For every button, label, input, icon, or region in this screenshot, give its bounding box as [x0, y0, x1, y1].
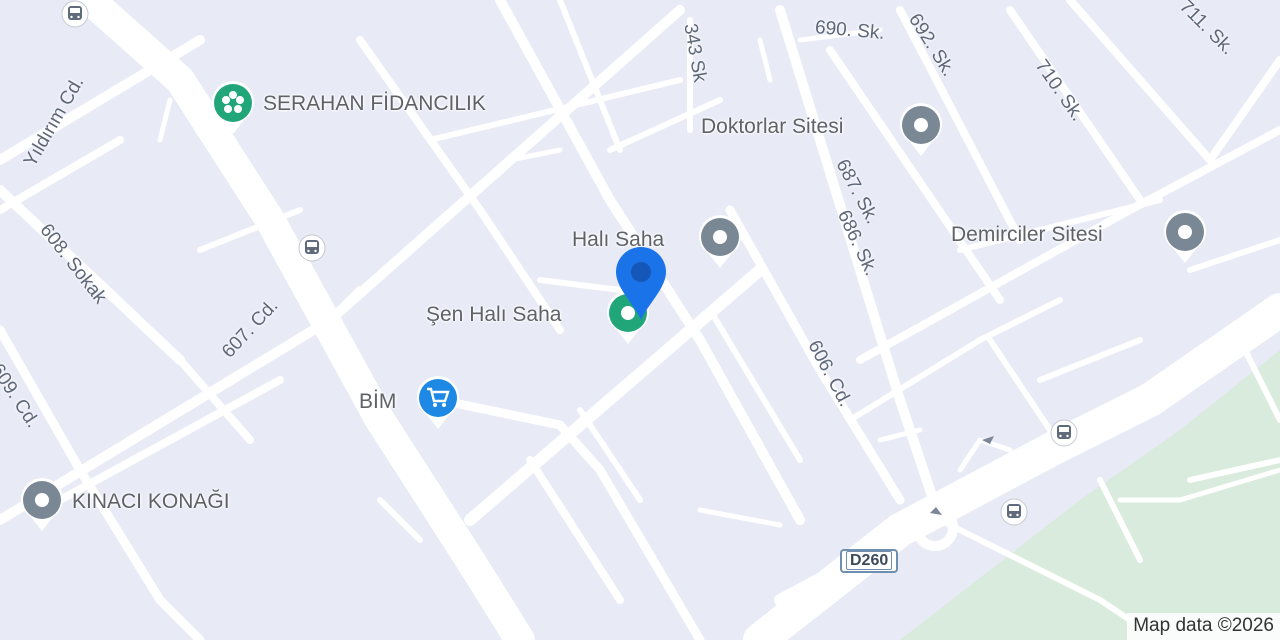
map-canvas[interactable]: Yıldırım Cd. 608. Sokak 607. Cd. 609. Cd…	[0, 0, 1280, 640]
poi-label-doktorlar[interactable]: Doktorlar Sitesi	[701, 115, 843, 139]
bus-stop-icon[interactable]	[1050, 419, 1078, 447]
shopping-cart-icon[interactable]	[415, 375, 461, 431]
location-icon[interactable]	[1162, 209, 1208, 265]
flower-icon[interactable]	[210, 80, 256, 136]
bus-stop-icon[interactable]	[61, 0, 89, 28]
road-shield: D260	[840, 549, 899, 573]
poi-label-kinaci[interactable]: KINACI KONAĞI	[72, 490, 230, 514]
location-icon[interactable]	[19, 477, 65, 533]
poi-label-sen-hali-saha[interactable]: Şen Halı Saha	[426, 303, 561, 327]
location-icon[interactable]	[697, 214, 743, 270]
map-attribution[interactable]: Map data ©2026	[1127, 613, 1280, 640]
bus-stop-icon[interactable]	[298, 234, 326, 262]
bus-stop-icon[interactable]	[1000, 498, 1028, 526]
location-pin-icon[interactable]	[614, 246, 668, 322]
location-icon[interactable]	[898, 102, 944, 158]
poi-label-serahan[interactable]: SERAHAN FİDANCILIK	[263, 92, 486, 116]
poi-label-bim[interactable]: BİM	[359, 390, 396, 414]
poi-label-demirciler[interactable]: Demirciler Sitesi	[951, 223, 1103, 247]
